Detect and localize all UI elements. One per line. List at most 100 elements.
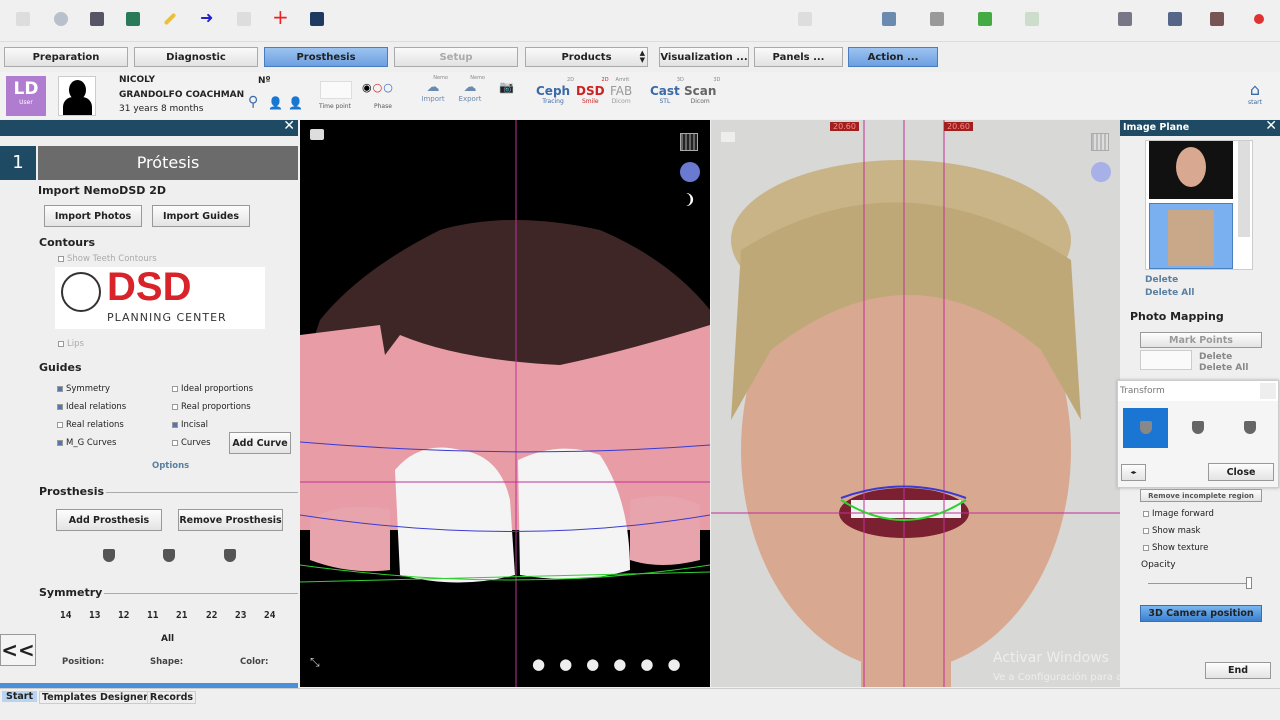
close-icon[interactable]: ✕: [1265, 118, 1277, 134]
tab-preparation[interactable]: Preparation: [4, 47, 128, 67]
tooth-tool-icon[interactable]: [103, 549, 115, 562]
opacity-slider-thumb[interactable]: [1245, 577, 1252, 589]
ceph-button[interactable]: 2D Ceph Tracing: [536, 77, 574, 105]
photo-thumb-smile[interactable]: [1149, 141, 1233, 199]
gear-icon[interactable]: [54, 12, 68, 26]
dialog-close-icon[interactable]: [1260, 383, 1276, 399]
monitor-icon[interactable]: [310, 12, 324, 26]
dsd-button[interactable]: 2D DSD Smile: [576, 77, 609, 105]
tab-action[interactable]: Action ...: [848, 47, 938, 67]
tooth-21[interactable]: 21: [176, 610, 187, 621]
tooth-22[interactable]: 22: [206, 610, 217, 621]
hand-icon[interactable]: [16, 12, 30, 26]
mark-points-button[interactable]: Mark Points: [1140, 332, 1262, 348]
collapse-arrows-icon[interactable]: ⤡: [310, 655, 320, 670]
tooth-13[interactable]: 13: [89, 610, 100, 621]
guide-curves[interactable]: Curves: [172, 438, 211, 448]
options-link[interactable]: Options: [152, 461, 189, 471]
3d-camera-position-button[interactable]: 3D Camera position: [1140, 605, 1262, 622]
time-point-field[interactable]: [320, 81, 352, 99]
cube-icon[interactable]: [1210, 12, 1224, 26]
tab-products[interactable]: Products ▲ ▼: [525, 47, 648, 67]
close-icon[interactable]: ✕: [283, 118, 295, 134]
guide-real-relations[interactable]: Real relations: [57, 420, 124, 430]
add-prosthesis-button[interactable]: Add Prosthesis: [56, 509, 162, 531]
export-button[interactable]: Nemo ☁ Export: [457, 75, 485, 103]
opacity-slider[interactable]: [1148, 577, 1252, 589]
tooth-tool-icon[interactable]: [163, 549, 175, 562]
layers-icon[interactable]: [798, 12, 812, 26]
fab-button[interactable]: Amrit FAB Dicom: [610, 77, 632, 105]
copy-icon[interactable]: [237, 12, 251, 26]
delete-all-photos-link[interactable]: Delete All: [1145, 288, 1194, 298]
pm-delete-link[interactable]: Delete: [1199, 352, 1232, 362]
tooth-scale-icon[interactable]: [1244, 421, 1256, 434]
guide-real-proportions[interactable]: Real proportions: [172, 402, 251, 412]
pm-delete-all-link[interactable]: Delete All: [1199, 363, 1248, 373]
guide-mg-curves[interactable]: M_G Curves: [57, 438, 116, 448]
photo-list[interactable]: [1145, 140, 1253, 270]
guide-ideal-relations[interactable]: Ideal relations: [57, 402, 126, 412]
search-patient-icon[interactable]: ⚲: [248, 94, 258, 110]
export-green-icon[interactable]: [978, 12, 992, 26]
show-teeth-contours-checkbox[interactable]: Show Teeth Contours: [58, 254, 157, 264]
photo-list-scrollbar[interactable]: [1238, 141, 1250, 237]
3d-model-view[interactable]: ❩ ⤡ ●●●●●●: [300, 120, 710, 687]
all-teeth-button[interactable]: All: [161, 634, 174, 644]
camera-view-icon[interactable]: [1168, 12, 1182, 26]
import-button[interactable]: Nemo ☁ Import: [420, 75, 448, 103]
tab-panels[interactable]: Panels ...: [754, 47, 843, 67]
camera-icon[interactable]: [310, 129, 324, 140]
collapse-panel-button[interactable]: <<: [0, 634, 36, 666]
camera-video-icon[interactable]: 📷: [499, 80, 525, 102]
tab-visualization[interactable]: Visualization ...: [659, 47, 749, 67]
tab-diagnostic[interactable]: Diagnostic: [134, 47, 258, 67]
home-button[interactable]: ⌂ start: [1248, 80, 1262, 106]
image-icon[interactable]: [721, 132, 735, 142]
patient-photo[interactable]: [58, 76, 96, 116]
arrow-right-icon[interactable]: ➜: [200, 8, 214, 27]
bottom-tab-records[interactable]: Records: [147, 691, 197, 704]
transform-close-button[interactable]: Close: [1208, 463, 1274, 481]
grid-view-icon[interactable]: [680, 133, 698, 151]
import-guides-button[interactable]: Import Guides: [152, 205, 250, 227]
bottom-tab-start[interactable]: Start: [2, 691, 38, 702]
plus-icon[interactable]: +: [272, 5, 289, 29]
tooth-24[interactable]: 24: [264, 610, 275, 621]
report-icon[interactable]: [1025, 12, 1039, 26]
add-patient-icon[interactable]: 👤: [268, 96, 283, 110]
grid-view-icon[interactable]: [1091, 133, 1109, 151]
show-mask-checkbox[interactable]: Show mask: [1143, 526, 1200, 536]
remove-patient-icon[interactable]: 👤: [288, 96, 303, 110]
tooth-view-icon[interactable]: ❩: [684, 192, 696, 208]
user-avatar[interactable]: LD User: [6, 76, 46, 116]
scan-button[interactable]: 3D Scan Dicom: [684, 77, 720, 105]
photo-thumb-face[interactable]: [1149, 203, 1233, 269]
tab-setup[interactable]: Setup: [394, 47, 518, 67]
lips-checkbox[interactable]: Lips: [58, 339, 84, 349]
delete-photo-link[interactable]: Delete: [1145, 275, 1178, 285]
tooth-12[interactable]: 12: [118, 610, 129, 621]
tooth-rotate-icon[interactable]: [1192, 421, 1204, 434]
grid-icon[interactable]: [882, 12, 896, 26]
print-icon[interactable]: [930, 12, 944, 26]
remove-incomplete-region-button[interactable]: Remove incomplete region: [1140, 489, 1262, 502]
add-curve-button[interactable]: Add Curve: [229, 432, 291, 454]
import-photos-button[interactable]: Import Photos: [44, 205, 142, 227]
show-texture-checkbox[interactable]: Show texture: [1143, 543, 1208, 553]
tooth-23[interactable]: 23: [235, 610, 246, 621]
photo-view[interactable]: 20.60 20.60 Activar Windows Ve a Configu…: [711, 120, 1120, 687]
dialog-option-button[interactable]: ◂▸: [1121, 464, 1146, 481]
patient-icon[interactable]: [90, 12, 104, 26]
view-angle-icons[interactable]: ●●●●●●: [532, 655, 695, 673]
tab-prosthesis[interactable]: Prosthesis: [264, 47, 388, 67]
tooth-11[interactable]: 11: [147, 610, 158, 621]
end-button[interactable]: End: [1205, 662, 1271, 679]
transform-move-option[interactable]: [1123, 408, 1168, 448]
tooth-tool-icon[interactable]: [224, 549, 236, 562]
guide-symmetry[interactable]: Symmetry: [57, 384, 110, 394]
tooth-icon[interactable]: [1118, 12, 1132, 26]
power-icon[interactable]: [1254, 14, 1264, 24]
sphere-icon[interactable]: [680, 162, 700, 182]
remove-prosthesis-button[interactable]: Remove Prosthesis: [178, 509, 283, 531]
